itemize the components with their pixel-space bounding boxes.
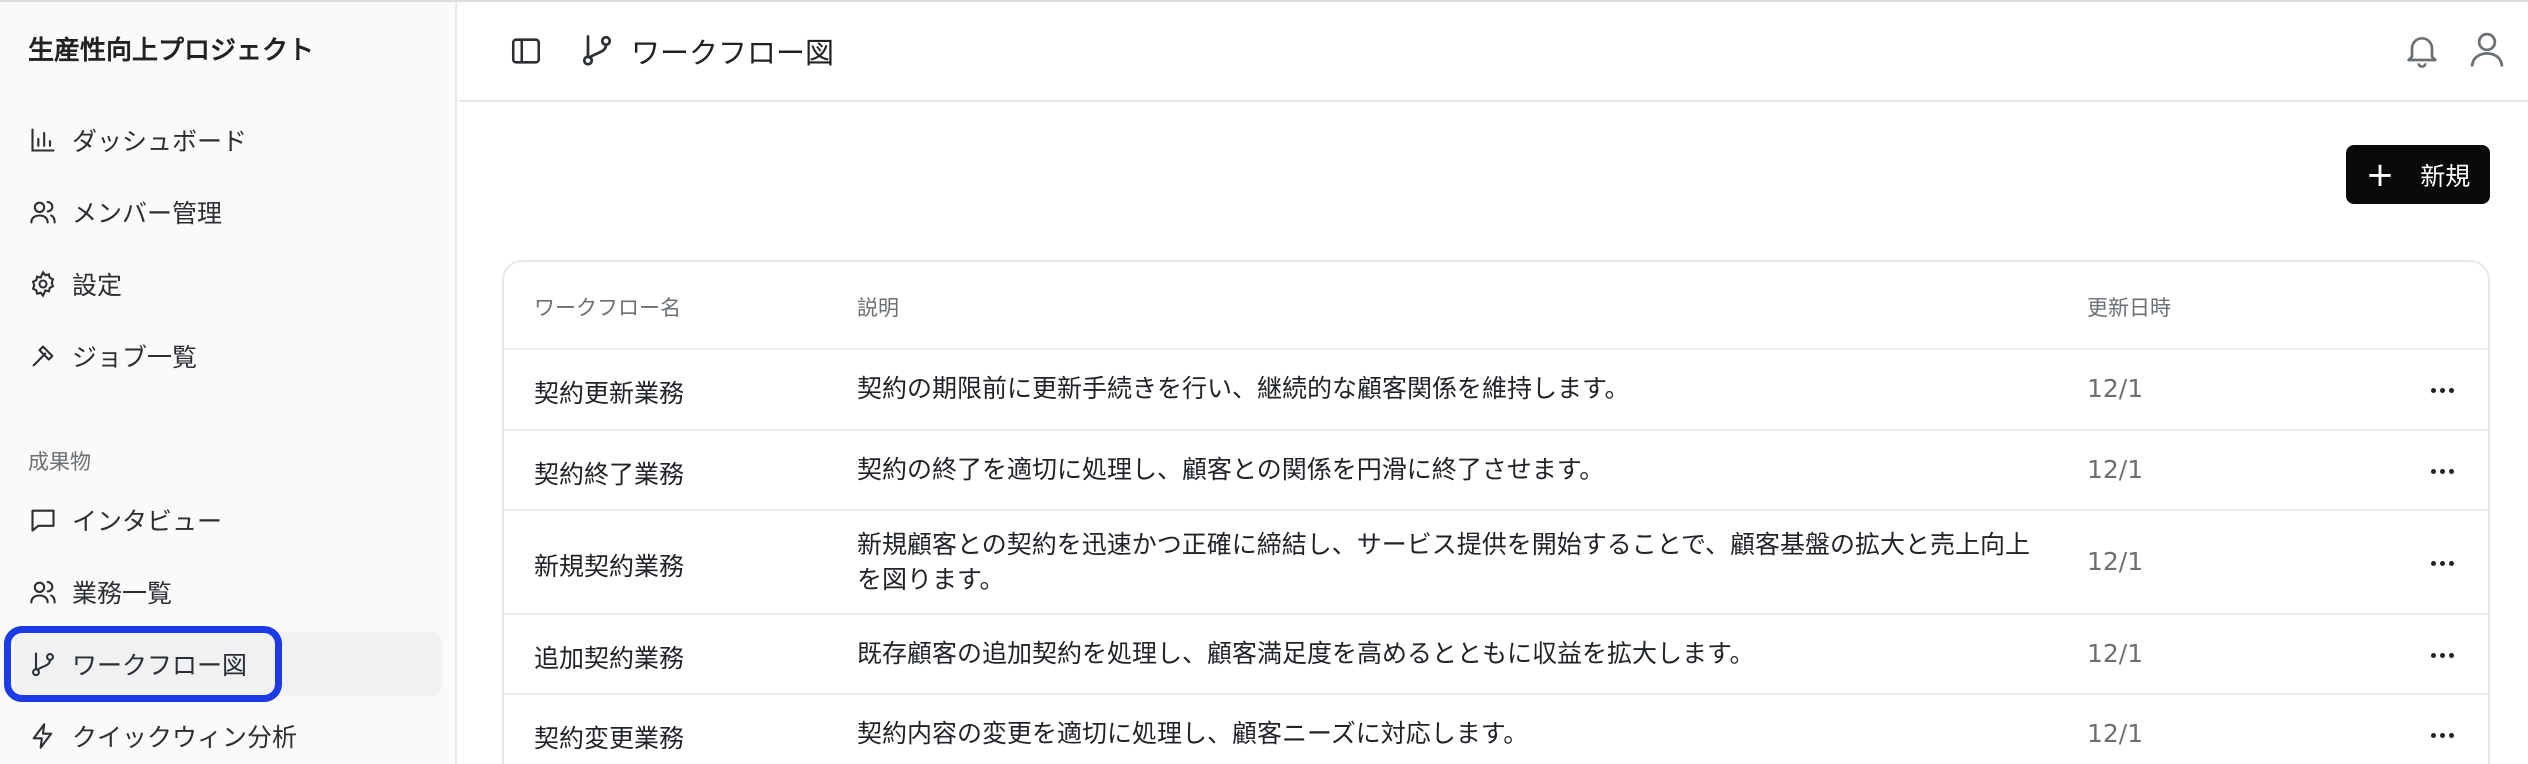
sidebar-item-workflow[interactable]: ワークフロー図 xyxy=(14,632,442,696)
project-title: 生産性向上プロジェクト xyxy=(28,36,315,66)
app-root: 生産性向上プロジェクト ダッシュボード メンバー管理 設定 ジョブ一覧 成果物 … xyxy=(0,0,2528,764)
git-branch-icon xyxy=(28,649,58,679)
plus-icon: + xyxy=(2365,154,2395,195)
column-header-description[interactable]: 説明 xyxy=(857,292,899,322)
sidebar-item-dashboard[interactable]: ダッシュボード xyxy=(14,108,442,172)
message-square-icon xyxy=(28,505,58,535)
new-workflow-button[interactable]: + 新規 xyxy=(2346,145,2490,204)
workflow-description: 契約の期限前に更新手続きを行い、継続的な顧客関係を維持します。 xyxy=(857,374,1630,403)
workflow-description: 新規顧客との契約を迅速かつ正確に締結し、サービス提供を開始することで、顧客基盤の… xyxy=(857,530,2031,594)
workflow-name: 契約終了業務 xyxy=(534,460,685,489)
workflow-name: 追加契約業務 xyxy=(534,644,685,673)
gear-icon xyxy=(28,269,58,299)
sidebar-item-label: 業務一覧 xyxy=(72,579,173,608)
sidebar-item-quickwin[interactable]: クイックウィン分析 xyxy=(14,704,442,764)
user-icon[interactable] xyxy=(2466,28,2508,70)
sidebar-item-label: ダッシュボード xyxy=(72,127,248,156)
sidebar-toggle-icon[interactable] xyxy=(509,34,543,68)
sidebar-item-interview[interactable]: インタビュー xyxy=(14,488,442,552)
workflow-table: ワークフロー名 説明 更新日時 契約更新業務 契約の期限前に更新手続きを行い、継… xyxy=(502,260,2490,764)
sidebar-item-label: ジョブ一覧 xyxy=(72,343,198,372)
more-options-icon[interactable] xyxy=(2424,545,2460,581)
column-header-name[interactable]: ワークフロー名 xyxy=(534,292,681,322)
hammer-icon xyxy=(28,341,58,371)
sidebar-item-label: 設定 xyxy=(72,271,123,300)
sidebar-item-label: インタビュー xyxy=(72,507,223,536)
workflow-name: 契約更新業務 xyxy=(534,379,685,408)
zap-icon xyxy=(28,721,58,751)
sidebar-item-jobs[interactable]: ジョブ一覧 xyxy=(14,324,442,388)
sidebar-item-label: クイックウィン分析 xyxy=(72,723,298,752)
workflow-name: 契約変更業務 xyxy=(534,724,685,753)
table-row[interactable]: 新規契約業務 新規顧客との契約を迅速かつ正確に締結し、サービス提供を開始すること… xyxy=(504,511,2488,615)
sidebar-item-label: メンバー管理 xyxy=(72,199,223,228)
table-row[interactable]: 契約終了業務 契約の終了を適切に処理し、顧客との関係を円滑に終了させます。 12… xyxy=(504,431,2488,511)
table-header-row: ワークフロー名 説明 更新日時 xyxy=(504,262,2488,350)
table-row[interactable]: 契約更新業務 契約の期限前に更新手続きを行い、継続的な顧客関係を維持します。 1… xyxy=(504,350,2488,431)
more-options-icon[interactable] xyxy=(2424,717,2460,753)
sidebar-item-members[interactable]: メンバー管理 xyxy=(14,180,442,244)
users-icon xyxy=(28,577,58,607)
table-row[interactable]: 追加契約業務 既存顧客の追加契約を処理し、顧客満足度を高めるとともに収益を拡大し… xyxy=(504,615,2488,695)
more-options-icon[interactable] xyxy=(2424,372,2460,408)
users-icon xyxy=(28,197,58,227)
page-title: ワークフロー図 xyxy=(631,36,835,70)
chart-bar-icon xyxy=(28,125,58,155)
workflow-updated: 12/1 xyxy=(2087,455,2144,484)
workflow-name: 新規契約業務 xyxy=(534,552,685,581)
workflow-description: 既存顧客の追加契約を処理し、顧客満足度を高めるとともに収益を拡大します。 xyxy=(857,639,1755,668)
section-label: 成果物 xyxy=(28,450,91,474)
column-header-updated[interactable]: 更新日時 xyxy=(2087,292,2171,322)
sidebar-item-settings[interactable]: 設定 xyxy=(14,252,442,316)
more-options-icon[interactable] xyxy=(2424,637,2460,673)
workflow-updated: 12/1 xyxy=(2087,547,2144,576)
more-options-icon[interactable] xyxy=(2424,453,2460,489)
bell-icon[interactable] xyxy=(2402,30,2442,70)
sidebar-item-business-list[interactable]: 業務一覧 xyxy=(14,560,442,624)
workflow-updated: 12/1 xyxy=(2087,374,2144,403)
new-button-label: 新規 xyxy=(2420,161,2471,191)
page-header: ワークフロー図 xyxy=(459,2,2528,102)
git-branch-icon xyxy=(579,32,615,68)
workflow-description: 契約内容の変更を適切に処理し、顧客ニーズに対応します。 xyxy=(857,719,1529,748)
table-row[interactable]: 契約変更業務 契約内容の変更を適切に処理し、顧客ニーズに対応します。 12/1 xyxy=(504,695,2488,764)
sidebar-item-label: ワークフロー図 xyxy=(72,651,248,680)
sidebar: 生産性向上プロジェクト ダッシュボード メンバー管理 設定 ジョブ一覧 成果物 … xyxy=(0,2,457,764)
workflow-description: 契約の終了を適切に処理し、顧客との関係を円滑に終了させます。 xyxy=(857,455,1605,484)
workflow-updated: 12/1 xyxy=(2087,719,2144,748)
workflow-updated: 12/1 xyxy=(2087,639,2144,668)
